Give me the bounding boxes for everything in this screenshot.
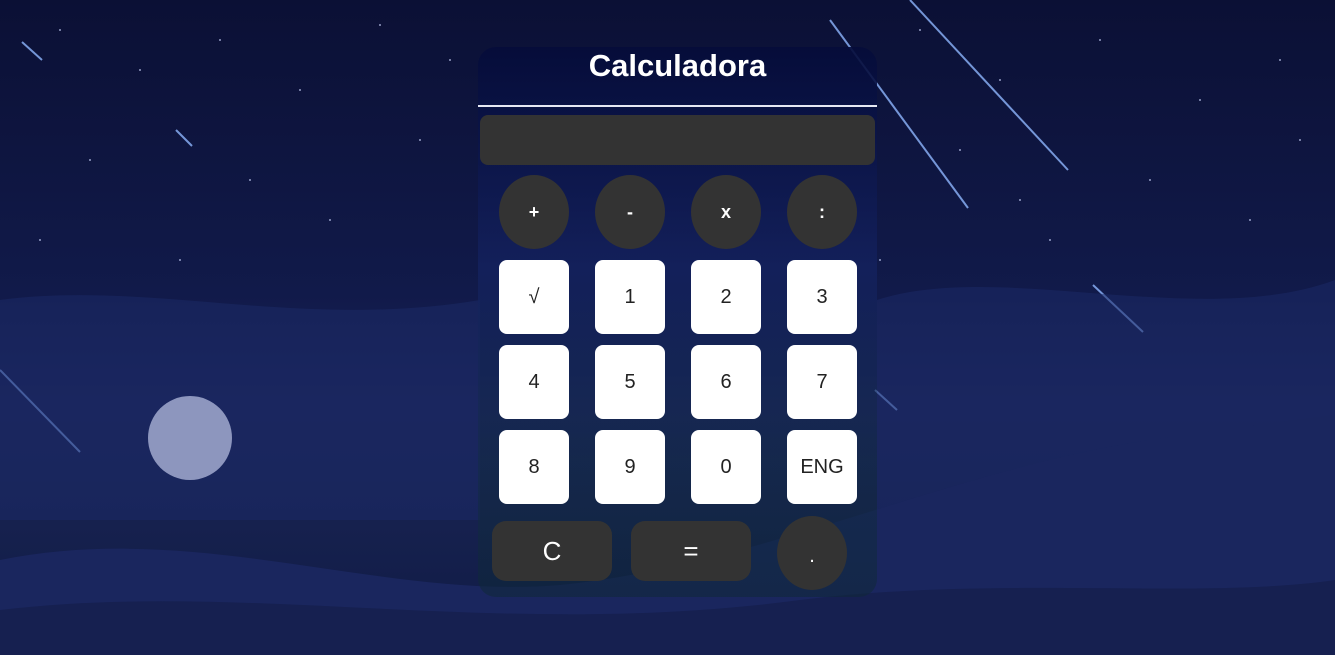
digit-2-button[interactable]: 2	[691, 260, 761, 334]
sqrt-button[interactable]: √	[499, 260, 569, 334]
multiply-button[interactable]: x	[691, 175, 761, 249]
calculator-panel: Calculadora + - x : √ 1 2 3 4 5 6 7 8 9 …	[478, 47, 877, 597]
digit-9-button[interactable]: 9	[595, 430, 665, 504]
digit-0-button[interactable]: 0	[691, 430, 761, 504]
equals-button[interactable]: =	[631, 521, 751, 581]
digit-4-button[interactable]: 4	[499, 345, 569, 419]
calculator-title: Calculadora	[478, 47, 877, 107]
moon	[148, 396, 232, 480]
digit-8-button[interactable]: 8	[499, 430, 569, 504]
add-button[interactable]: +	[499, 175, 569, 249]
eng-button[interactable]: ENG	[787, 430, 857, 504]
digit-1-button[interactable]: 1	[595, 260, 665, 334]
subtract-button[interactable]: -	[595, 175, 665, 249]
digit-7-button[interactable]: 7	[787, 345, 857, 419]
digit-5-button[interactable]: 5	[595, 345, 665, 419]
digit-3-button[interactable]: 3	[787, 260, 857, 334]
clear-button[interactable]: C	[492, 521, 612, 581]
divide-button[interactable]: :	[787, 175, 857, 249]
digit-6-button[interactable]: 6	[691, 345, 761, 419]
calculator-display	[480, 115, 875, 165]
cloud-band	[0, 295, 480, 520]
decimal-point-button[interactable]: .	[777, 516, 847, 590]
